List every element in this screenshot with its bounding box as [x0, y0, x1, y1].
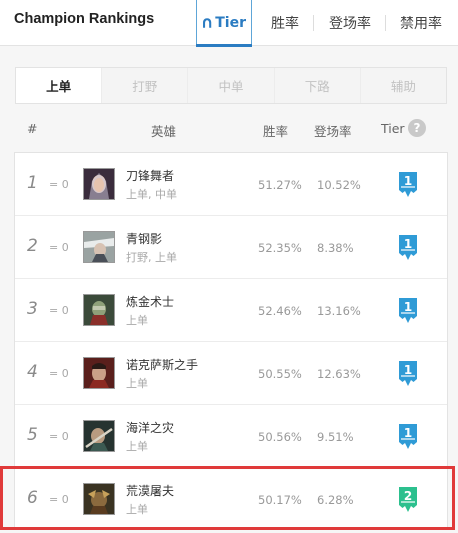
tier-value: 1	[403, 363, 413, 377]
tier-value: 1	[403, 237, 413, 251]
rank-number: 3	[27, 299, 38, 319]
win-rate: 51.27%	[258, 178, 302, 192]
role-tab-mid[interactable]: 中单	[188, 68, 275, 103]
col-tier[interactable]: Tier	[381, 121, 405, 136]
rank-change: = 0	[49, 367, 69, 380]
pick-rate: 12.63%	[317, 367, 361, 381]
tab-ban-rate[interactable]: 禁用率	[386, 0, 458, 46]
role-tab-bottom[interactable]: 下路	[274, 68, 361, 103]
champion-positions: 上单	[126, 440, 148, 453]
tier-badge: 1	[398, 423, 418, 450]
help-icon[interactable]: ?	[408, 119, 426, 137]
pick-rate: 13.16%	[317, 304, 361, 318]
rank-number: 1	[27, 173, 38, 193]
stat-tabs: Tier 胜率 登场率 禁用率	[196, 0, 458, 47]
champion-positions: 上单, 中单	[126, 188, 177, 201]
champion-name: 诺克萨斯之手	[126, 358, 199, 372]
tab-win-rate[interactable]: 胜率	[252, 0, 314, 46]
tier-shield-icon	[203, 18, 212, 28]
col-hero[interactable]: 英雄	[151, 121, 176, 140]
tab-tier-label: Tier	[215, 15, 246, 31]
table-row[interactable]: 4 = 0 诺克萨斯之手 上单 50.55% 12.63% 1	[15, 342, 447, 405]
tier-badge: 1	[398, 360, 418, 387]
rank-change: = 0	[49, 178, 69, 191]
table-row[interactable]: 1 = 0 刀锋舞者 上单, 中单 51.27% 10.52% 1	[15, 153, 447, 216]
rank-number: 4	[27, 362, 38, 382]
tab-win-rate-label: 胜率	[271, 16, 299, 32]
champion-name: 炼金术士	[126, 295, 175, 309]
champion-name: 青钢影	[126, 232, 163, 246]
pick-rate: 8.38%	[317, 241, 354, 255]
tier-badge: 1	[398, 234, 418, 261]
tab-pick-rate-label: 登场率	[329, 16, 371, 32]
role-tab-jungle[interactable]: 打野	[102, 68, 189, 103]
rank-number: 2	[27, 236, 38, 256]
win-rate: 50.56%	[258, 430, 302, 444]
pick-rate: 9.51%	[317, 430, 354, 444]
rank-change: = 0	[49, 304, 69, 317]
tab-tier[interactable]: Tier	[196, 0, 252, 47]
tier-badge: 1	[398, 171, 418, 198]
champion-avatar	[83, 231, 115, 263]
champion-positions: 上单	[126, 377, 148, 390]
win-rate: 52.46%	[258, 304, 302, 318]
tab-ban-rate-label: 禁用率	[400, 16, 442, 32]
champion-avatar	[83, 168, 115, 200]
champion-positions: 上单	[126, 314, 148, 327]
top-header: Champion Rankings Tier 胜率 登场率 禁用率	[0, 0, 458, 47]
col-win-rate[interactable]: 胜率	[263, 121, 288, 140]
role-tabs: 上单 打野 中单 下路 辅助	[15, 67, 447, 104]
rank-change: = 0	[49, 430, 69, 443]
col-pick-rate[interactable]: 登场率	[314, 121, 352, 140]
champion-name: 刀锋舞者	[126, 169, 175, 183]
rank-change: = 0	[49, 241, 69, 254]
champion-name: 海洋之灾	[126, 421, 175, 435]
champion-positions: 打野, 上单	[126, 251, 177, 264]
tier-value: 1	[403, 174, 413, 188]
role-tab-support[interactable]: 辅助	[360, 68, 447, 103]
champion-avatar	[83, 294, 115, 326]
champion-avatar	[83, 357, 115, 389]
table-row[interactable]: 3 = 0 炼金术士 上单 52.46% 13.16% 1	[15, 279, 447, 342]
win-rate: 50.55%	[258, 367, 302, 381]
role-tab-top[interactable]: 上单	[16, 68, 103, 103]
champion-avatar	[83, 420, 115, 452]
tier-badge: 1	[398, 297, 418, 324]
col-rank: #	[27, 121, 38, 136]
rank-number: 5	[27, 425, 38, 445]
highlight-box	[0, 466, 455, 530]
table-row[interactable]: 2 = 0 青钢影 打野, 上单 52.35% 8.38% 1	[15, 216, 447, 279]
pick-rate: 10.52%	[317, 178, 361, 192]
tab-pick-rate[interactable]: 登场率	[314, 0, 386, 46]
win-rate: 52.35%	[258, 241, 302, 255]
column-header: # 英雄 胜率 登场率 Tier ?	[0, 114, 458, 144]
tier-value: 1	[403, 300, 413, 314]
page-title: Champion Rankings	[14, 11, 155, 27]
tier-value: 1	[403, 426, 413, 440]
table-row[interactable]: 5 = 0 海洋之灾 上单 50.56% 9.51% 1	[15, 405, 447, 468]
